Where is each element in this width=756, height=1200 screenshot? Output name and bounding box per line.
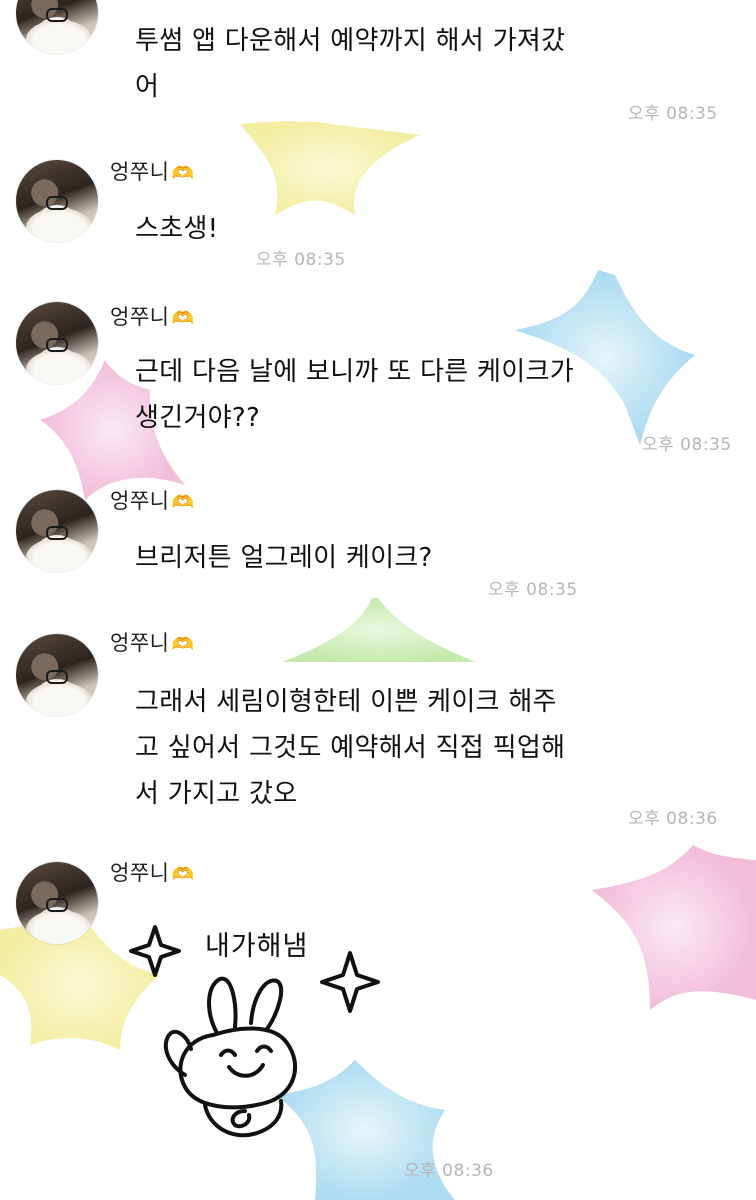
avatar[interactable] [16,634,98,716]
rabbit-emoticon[interactable] [125,915,385,1155]
green-star [282,598,476,662]
sparkle-icon [320,951,380,1013]
sparkle-icon [129,925,181,977]
avatar[interactable] [16,302,98,384]
sender-name: 엉쭈니 🫶 [110,631,195,655]
avatar[interactable] [16,862,98,944]
message-time: 오후 08:36 [404,1161,494,1181]
heart-hands-icon: 🫶 [171,492,195,513]
heart-hands-icon: 🫶 [171,634,195,655]
message-text: 브리저튼 얼그레이 케이크? [135,543,433,573]
message-time: 오후 08:35 [488,580,578,600]
sender-name: 엉쭈니 🫶 [110,861,195,885]
avatar[interactable] [16,160,98,242]
message-time: 오후 08:35 [256,250,346,270]
heart-hands-icon: 🫶 [171,864,195,885]
message-text: 스초생! [135,214,219,244]
message-time: 오후 08:36 [628,809,718,829]
message-text: 근데 다음 날에 보니까 또 다른 케이크가 생긴거야?? [135,357,574,433]
heart-hands-icon: 🫶 [171,308,195,329]
message-text: 투썸 앱 다운해서 예약까지 해서 가져갔 어 [135,26,566,102]
sender-name: 엉쭈니 🫶 [110,489,195,513]
message-time: 오후 08:35 [642,435,732,455]
message-time: 오후 08:35 [628,104,718,124]
pink-star-right [592,845,756,1010]
message-text: 그래서 세림이형한테 이쁜 케이크 해주 고 싶어서 그것도 예약해서 직접 픽… [135,687,566,809]
sender-name: 엉쭈니 🫶 [110,305,195,329]
avatar[interactable] [16,490,98,572]
heart-hands-icon: 🫶 [171,163,195,184]
yellow-star-top [240,121,420,215]
avatar[interactable] [16,0,98,54]
sender-name: 엉쭈니 🫶 [110,160,195,184]
